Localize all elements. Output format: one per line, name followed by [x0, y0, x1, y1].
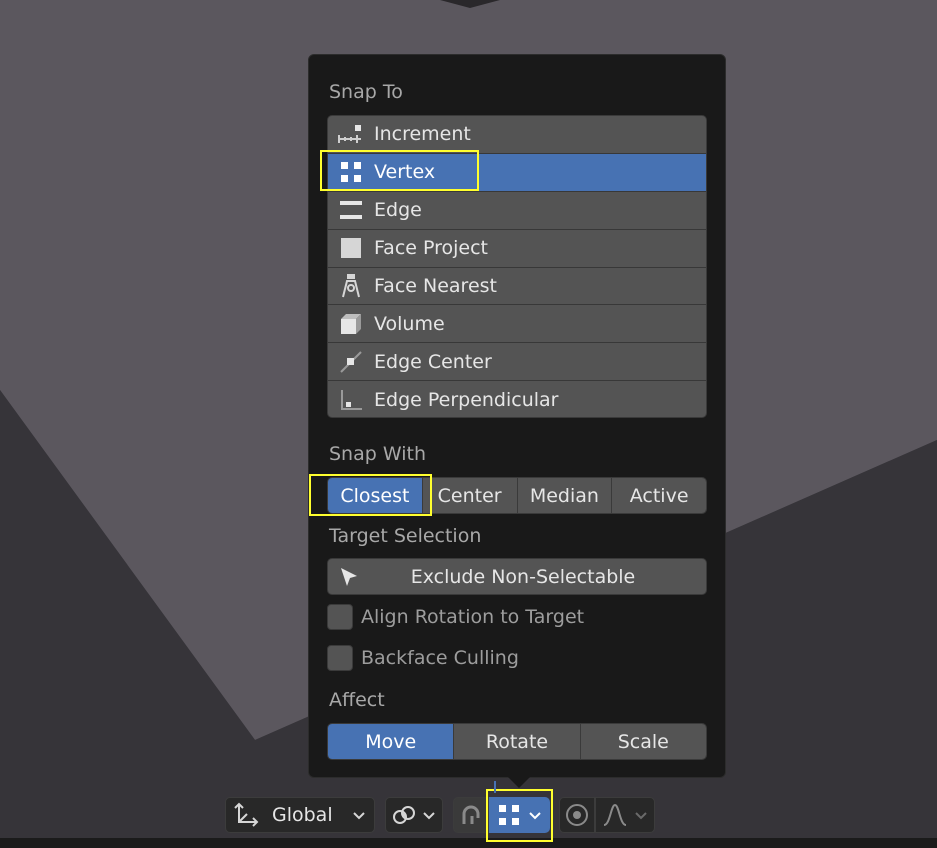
checkbox-box[interactable] [327, 604, 353, 630]
snap-item-volume[interactable]: Volume [328, 305, 706, 344]
snap-item-label: Increment [374, 123, 471, 146]
snap-item-label: Volume [374, 312, 445, 335]
snap-toggle-button[interactable] [453, 797, 489, 833]
snap-item-label: Edge [374, 199, 422, 222]
face-nearest-icon [328, 268, 374, 305]
header-bottom-strip [0, 838, 937, 848]
snap-with-heading: Snap With [329, 443, 426, 465]
pivot-point-dropdown[interactable] [385, 797, 443, 833]
snap-item-label: Edge Perpendicular [374, 389, 559, 412]
snap-item-face-nearest[interactable]: Face Nearest [328, 268, 706, 306]
popover-pointer [508, 777, 530, 788]
snap-item-vertex[interactable]: Vertex [328, 153, 706, 192]
proportional-falloff-dropdown[interactable] [595, 797, 655, 833]
orientation-axes-icon [226, 802, 266, 828]
pivot-link-icon [386, 802, 422, 828]
exclude-button-label: Exclude Non-Selectable [410, 565, 636, 588]
snap-item-edge-center[interactable]: Edge Center [328, 343, 706, 382]
edge-center-icon [328, 343, 374, 380]
snap-item-edge[interactable]: Edge [328, 192, 706, 230]
edge-icon [328, 192, 374, 229]
snap-item-edge-perpendicular[interactable]: Edge Perpendicular [328, 381, 706, 417]
snap-with-active[interactable]: Active [612, 478, 706, 513]
vertex-icon [328, 154, 374, 191]
backface-culling-label: Backface Culling [361, 647, 519, 669]
affect-selector: Move Rotate Scale [327, 723, 707, 760]
affect-rotate[interactable]: Rotate [454, 724, 581, 759]
chevron-down-icon [634, 804, 652, 826]
snap-with-selector: Closest Center Median Active [327, 477, 707, 514]
cursor-icon [328, 567, 370, 587]
affect-move[interactable]: Move [328, 724, 455, 759]
falloff-curve-icon [596, 802, 634, 828]
align-rotation-checkbox[interactable]: Align Rotation to Target [327, 604, 584, 630]
snap-item-label: Face Project [374, 237, 489, 260]
proportional-editing-toggle[interactable] [559, 797, 595, 833]
vertex-icon [490, 804, 528, 826]
backface-culling-checkbox[interactable]: Backface Culling [327, 645, 519, 671]
snap-target-dropdown[interactable] [489, 797, 550, 833]
exclude-non-selectable-button[interactable]: Exclude Non-Selectable [327, 558, 707, 595]
snap-item-increment[interactable]: Increment [328, 116, 706, 154]
snap-to-heading: Snap To [329, 81, 403, 103]
chevron-down-icon [352, 804, 374, 826]
checkbox-box[interactable] [327, 645, 353, 671]
magnet-icon [454, 802, 488, 828]
snap-item-label: Edge Center [374, 350, 492, 373]
snap-item-face-project[interactable]: Face Project [328, 230, 706, 268]
affect-scale[interactable]: Scale [580, 724, 706, 759]
transform-orientation-dropdown[interactable]: Global [225, 797, 375, 833]
edge-perpendicular-icon [328, 381, 374, 417]
snap-item-label: Face Nearest [374, 275, 497, 297]
snap-with-median[interactable]: Median [517, 478, 613, 513]
volume-icon [328, 305, 374, 342]
chevron-down-icon [422, 804, 440, 826]
snap-item-label: Vertex [374, 161, 436, 184]
face-project-icon [328, 230, 374, 267]
snap-with-closest[interactable]: Closest [328, 478, 423, 513]
affect-heading: Affect [329, 689, 385, 711]
snap-indicator-line [494, 781, 496, 793]
target-selection-heading: Target Selection [329, 525, 482, 547]
align-rotation-label: Align Rotation to Target [361, 606, 585, 628]
increment-icon [328, 116, 374, 153]
snap-to-list: Increment Vertex Edge Face Project Face … [327, 115, 707, 418]
orientation-label: Global [272, 804, 333, 826]
proportional-circle-icon [560, 802, 594, 828]
snap-with-center[interactable]: Center [422, 478, 518, 513]
chevron-down-icon [528, 804, 548, 826]
